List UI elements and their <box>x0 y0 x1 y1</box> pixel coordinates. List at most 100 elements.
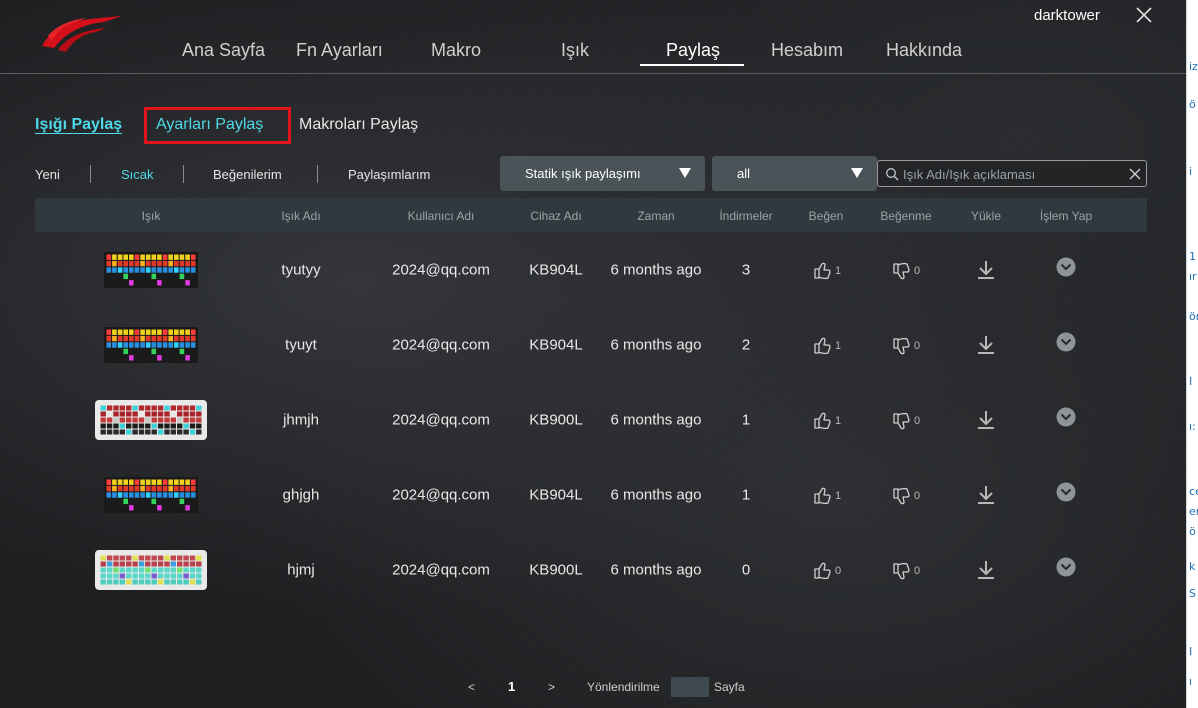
tab-makrolari-paylas[interactable]: Makroları Paylaş <box>299 116 418 134</box>
clear-icon[interactable] <box>1128 167 1142 181</box>
thumbs-down-icon <box>893 412 910 429</box>
thumbs-up-icon <box>814 562 831 579</box>
col-yukle[interactable]: Yükle <box>971 209 1001 223</box>
goto-page-input[interactable] <box>671 677 709 697</box>
nav-active-underline <box>640 64 744 66</box>
action-menu-button[interactable] <box>1056 557 1076 576</box>
light-name: ghjgh <box>282 486 320 503</box>
download-icon <box>978 485 994 504</box>
device-name: KB904L <box>529 336 583 353</box>
table-row[interactable]: tyutyy 2024@qq.com KB904L 6 months ago 3 1 0 <box>35 232 1147 307</box>
col-begen[interactable]: Beğen <box>809 209 844 223</box>
share-type-value: Statik ışık paylaşımı <box>525 166 641 181</box>
edge-text: I <box>1189 375 1193 388</box>
action-menu-button[interactable] <box>1056 407 1076 426</box>
edge-text: er <box>1189 505 1198 518</box>
search-icon <box>886 168 899 181</box>
col-begenme[interactable]: Beğenme <box>880 209 931 223</box>
nav-ana-sayfa[interactable]: Ana Sayfa <box>182 40 265 61</box>
close-icon[interactable] <box>1133 4 1155 26</box>
col-isik-adi[interactable]: Işık Adı <box>281 209 320 223</box>
highlight-box <box>144 107 291 144</box>
keyboard-preview-icon <box>104 476 198 513</box>
thumbs-up-icon <box>814 337 831 354</box>
table-row[interactable]: hjmj 2024@qq.com KB900L 6 months ago 0 0 0 <box>35 532 1147 607</box>
chevron-down-icon <box>851 168 863 178</box>
light-name: hjmj <box>287 561 315 578</box>
col-kullanici-adi[interactable]: Kullanıcı Adı <box>408 209 475 223</box>
user-name: 2024@qq.com <box>392 561 490 578</box>
chevron-down-icon <box>1060 413 1072 420</box>
thumbs-up-icon <box>814 262 831 279</box>
col-islem-yap[interactable]: İşlem Yap <box>1040 209 1092 223</box>
search-input[interactable] <box>903 164 1123 184</box>
share-time: 6 months ago <box>610 411 702 428</box>
col-cihaz-adi[interactable]: Cihaz Adı <box>530 209 581 223</box>
action-menu-button[interactable] <box>1056 332 1076 351</box>
light-name: tyutyy <box>281 261 321 278</box>
like-count: 0 <box>835 564 842 577</box>
tab-isigi-paylas[interactable]: Işığı Paylaş <box>35 116 122 134</box>
light-name: tyuyt <box>285 336 317 353</box>
dislike-count: 0 <box>914 264 921 277</box>
thumbs-up-icon <box>814 487 831 504</box>
edge-text: S <box>1189 587 1196 600</box>
download-button[interactable] <box>976 259 996 281</box>
username-label: darktower <box>1034 7 1100 24</box>
download-button[interactable] <box>976 409 996 431</box>
edge-text: ce <box>1189 485 1198 498</box>
download-button[interactable] <box>976 484 996 506</box>
divider <box>317 165 318 183</box>
download-count: 2 <box>741 336 751 353</box>
dislike-count: 0 <box>914 489 921 502</box>
table-row[interactable]: tyuyt 2024@qq.com KB904L 6 months ago 2 1 0 <box>35 307 1147 382</box>
divider <box>90 165 91 183</box>
col-isik[interactable]: Işık <box>142 209 161 223</box>
nav-makro[interactable]: Makro <box>431 40 481 61</box>
edge-text: k <box>1189 560 1196 573</box>
keyboard-preview-icon <box>95 549 207 590</box>
col-zaman[interactable]: Zaman <box>637 209 674 223</box>
download-button[interactable] <box>976 334 996 356</box>
table-row[interactable]: jhmjh 2024@qq.com KB900L 6 months ago 1 1 0 <box>35 382 1147 457</box>
share-type-select[interactable]: Statik ışık paylaşımı <box>500 156 705 191</box>
filter-sicak[interactable]: Sıcak <box>121 167 154 182</box>
like-count: 1 <box>835 414 842 427</box>
user-name: 2024@qq.com <box>392 411 490 428</box>
nav-divider <box>0 73 1186 74</box>
edge-text: ı: <box>1189 420 1196 433</box>
next-page-button[interactable]: > <box>548 680 555 694</box>
table-row[interactable]: ghjgh 2024@qq.com KB904L 6 months ago 1 1 0 <box>35 457 1147 532</box>
device-select[interactable]: all <box>712 156 877 191</box>
share-time: 6 months ago <box>610 336 702 353</box>
like-count: 1 <box>835 264 842 277</box>
user-name: 2024@qq.com <box>392 336 490 353</box>
nav-fn-ayarlari[interactable]: Fn Ayarları <box>296 40 383 61</box>
user-name: 2024@qq.com <box>392 486 490 503</box>
edge-text: ö <box>1189 525 1196 538</box>
action-menu-button[interactable] <box>1056 482 1076 501</box>
download-button[interactable] <box>976 559 996 581</box>
keyboard-preview-icon <box>104 326 198 363</box>
filter-paylasimlarim[interactable]: Paylaşımlarım <box>348 167 430 182</box>
col-indirmeler[interactable]: İndirmeler <box>719 209 772 223</box>
nav-paylas[interactable]: Paylaş <box>666 40 720 61</box>
prev-page-button[interactable]: < <box>468 680 475 694</box>
thumbs-down-icon <box>893 337 910 354</box>
page-number[interactable]: 1 <box>508 679 515 694</box>
filter-begenilerim[interactable]: Beğenilerim <box>213 167 282 182</box>
thumbs-down-icon <box>893 562 910 579</box>
download-icon <box>978 410 994 429</box>
edge-text: ı <box>1189 675 1193 688</box>
nav-isik[interactable]: Işık <box>561 40 589 61</box>
download-icon <box>978 260 994 279</box>
light-name: jhmjh <box>283 411 319 428</box>
goto-label: Yönlendirilme <box>587 680 660 694</box>
nav-hesabim[interactable]: Hesabım <box>771 40 843 61</box>
filter-yeni[interactable]: Yeni <box>35 167 60 182</box>
nav-hakkinda[interactable]: Hakkında <box>886 40 962 61</box>
chevron-down-icon <box>1060 488 1072 495</box>
edge-text: 1 <box>1189 250 1196 263</box>
page-label: Sayfa <box>714 680 745 694</box>
action-menu-button[interactable] <box>1056 257 1076 276</box>
